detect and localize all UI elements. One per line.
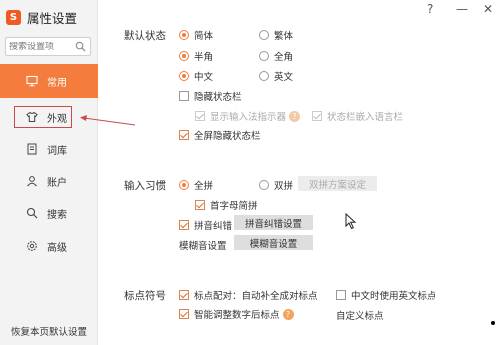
sidebar: S 属性设置 常用 外观 词库 账户 <box>0 0 98 345</box>
fuzzy-sound-label: 模糊音设置 <box>179 241 227 252</box>
sogou-logo-icon: S <box>6 9 21 25</box>
custom-punctuation-link[interactable]: 自定义标点 <box>336 308 384 322</box>
checkbox[interactable] <box>179 91 189 101</box>
radio-button[interactable] <box>179 30 189 40</box>
sidebar-item-account[interactable]: 账户 <box>0 164 98 198</box>
highlight-box <box>14 106 72 128</box>
checkbox-smart-adjust[interactable]: 智能调整数字后标点 ? <box>179 307 294 321</box>
checkbox[interactable] <box>179 290 189 300</box>
search-icon[interactable] <box>75 41 86 52</box>
settings-search[interactable] <box>5 37 91 56</box>
mouse-cursor-icon <box>345 213 357 230</box>
checkbox-chinese-english-punct[interactable]: 中文时使用英文标点 <box>336 288 435 302</box>
pinyin-correction-settings-button[interactable]: 拼音纠错设置 <box>234 215 313 230</box>
checkbox <box>195 111 205 121</box>
help-icon[interactable]: ? <box>289 110 301 122</box>
bullet-dot <box>491 321 495 325</box>
radio-button[interactable] <box>179 51 189 61</box>
help-icon[interactable]: ? <box>282 308 294 320</box>
sidebar-item-label: 搜索 <box>47 209 67 221</box>
checkbox-pinyin-correction[interactable]: 拼音纠错 <box>179 218 232 232</box>
radio-full-width[interactable]: 全角 <box>259 49 293 63</box>
checkbox-embed-status-bar: 状态栏嵌入语言栏 <box>312 109 403 123</box>
section-default-state: 默认状态 <box>124 30 166 42</box>
sidebar-item-advanced[interactable]: 高级 <box>0 229 98 263</box>
radio-traditional[interactable]: 繁体 <box>259 28 293 42</box>
double-pinyin-scheme-button: 双拼方案设定 <box>298 176 377 191</box>
radio-button[interactable] <box>179 180 189 190</box>
radio-button[interactable] <box>259 30 269 40</box>
sidebar-item-label: 词库 <box>47 145 67 157</box>
checkbox <box>312 111 322 121</box>
gear-icon <box>26 240 38 252</box>
checkbox-initial-pinyin[interactable]: 首字母简拼 <box>195 198 258 212</box>
checkbox[interactable] <box>179 220 189 230</box>
checkbox-fullscreen-hide[interactable]: 全屏隐藏状态栏 <box>179 128 261 142</box>
radio-button[interactable] <box>179 71 189 81</box>
search-icon <box>26 207 38 219</box>
fuzzy-sound-settings-button[interactable]: 模糊音设置 <box>234 235 313 250</box>
checkbox[interactable] <box>179 309 189 319</box>
window-title: 属性设置 <box>27 10 78 26</box>
checkbox[interactable] <box>179 130 189 140</box>
sidebar-item-label: 常用 <box>47 77 67 89</box>
book-icon <box>26 143 38 155</box>
radio-half-width[interactable]: 半角 <box>179 49 213 63</box>
checkbox-pair-completion[interactable]: 标点配对：自动补全成对标点 <box>179 288 318 302</box>
radio-double-pinyin[interactable]: 双拼 <box>259 178 293 192</box>
section-input-habit: 输入习惯 <box>124 180 166 192</box>
radio-button[interactable] <box>259 71 269 81</box>
restore-defaults-link[interactable]: 恢复本页默认设置 <box>0 324 98 338</box>
sidebar-item-common[interactable]: 常用 <box>0 64 98 98</box>
user-icon <box>26 175 38 187</box>
checkbox-hide-status-bar[interactable]: 隐藏状态栏 <box>179 89 242 103</box>
radio-full-pinyin[interactable]: 全拼 <box>179 178 213 192</box>
sidebar-item-search[interactable]: 搜索 <box>0 196 98 230</box>
section-punctuation: 标点符号 <box>124 290 166 302</box>
checkbox[interactable] <box>336 290 346 300</box>
checkbox[interactable] <box>195 200 205 210</box>
radio-english[interactable]: 英文 <box>259 69 293 83</box>
radio-button[interactable] <box>259 51 269 61</box>
sidebar-item-label: 账户 <box>47 177 67 189</box>
checkbox-show-ime-indicator: 显示输入法指示器 ? <box>195 109 301 123</box>
app-header: S 属性设置 <box>6 8 77 26</box>
monitor-icon <box>26 75 38 87</box>
radio-button[interactable] <box>259 180 269 190</box>
search-input[interactable] <box>9 41 71 52</box>
sidebar-item-dictionary[interactable]: 词库 <box>0 132 98 166</box>
sidebar-item-label: 高级 <box>47 242 67 254</box>
radio-chinese[interactable]: 中文 <box>179 69 213 83</box>
settings-panel: 默认状态 简体 繁体 半角 全角 中文 英文 隐藏状态栏 显示输入法指示器 ? … <box>99 0 500 345</box>
radio-simplified[interactable]: 简体 <box>179 28 213 42</box>
